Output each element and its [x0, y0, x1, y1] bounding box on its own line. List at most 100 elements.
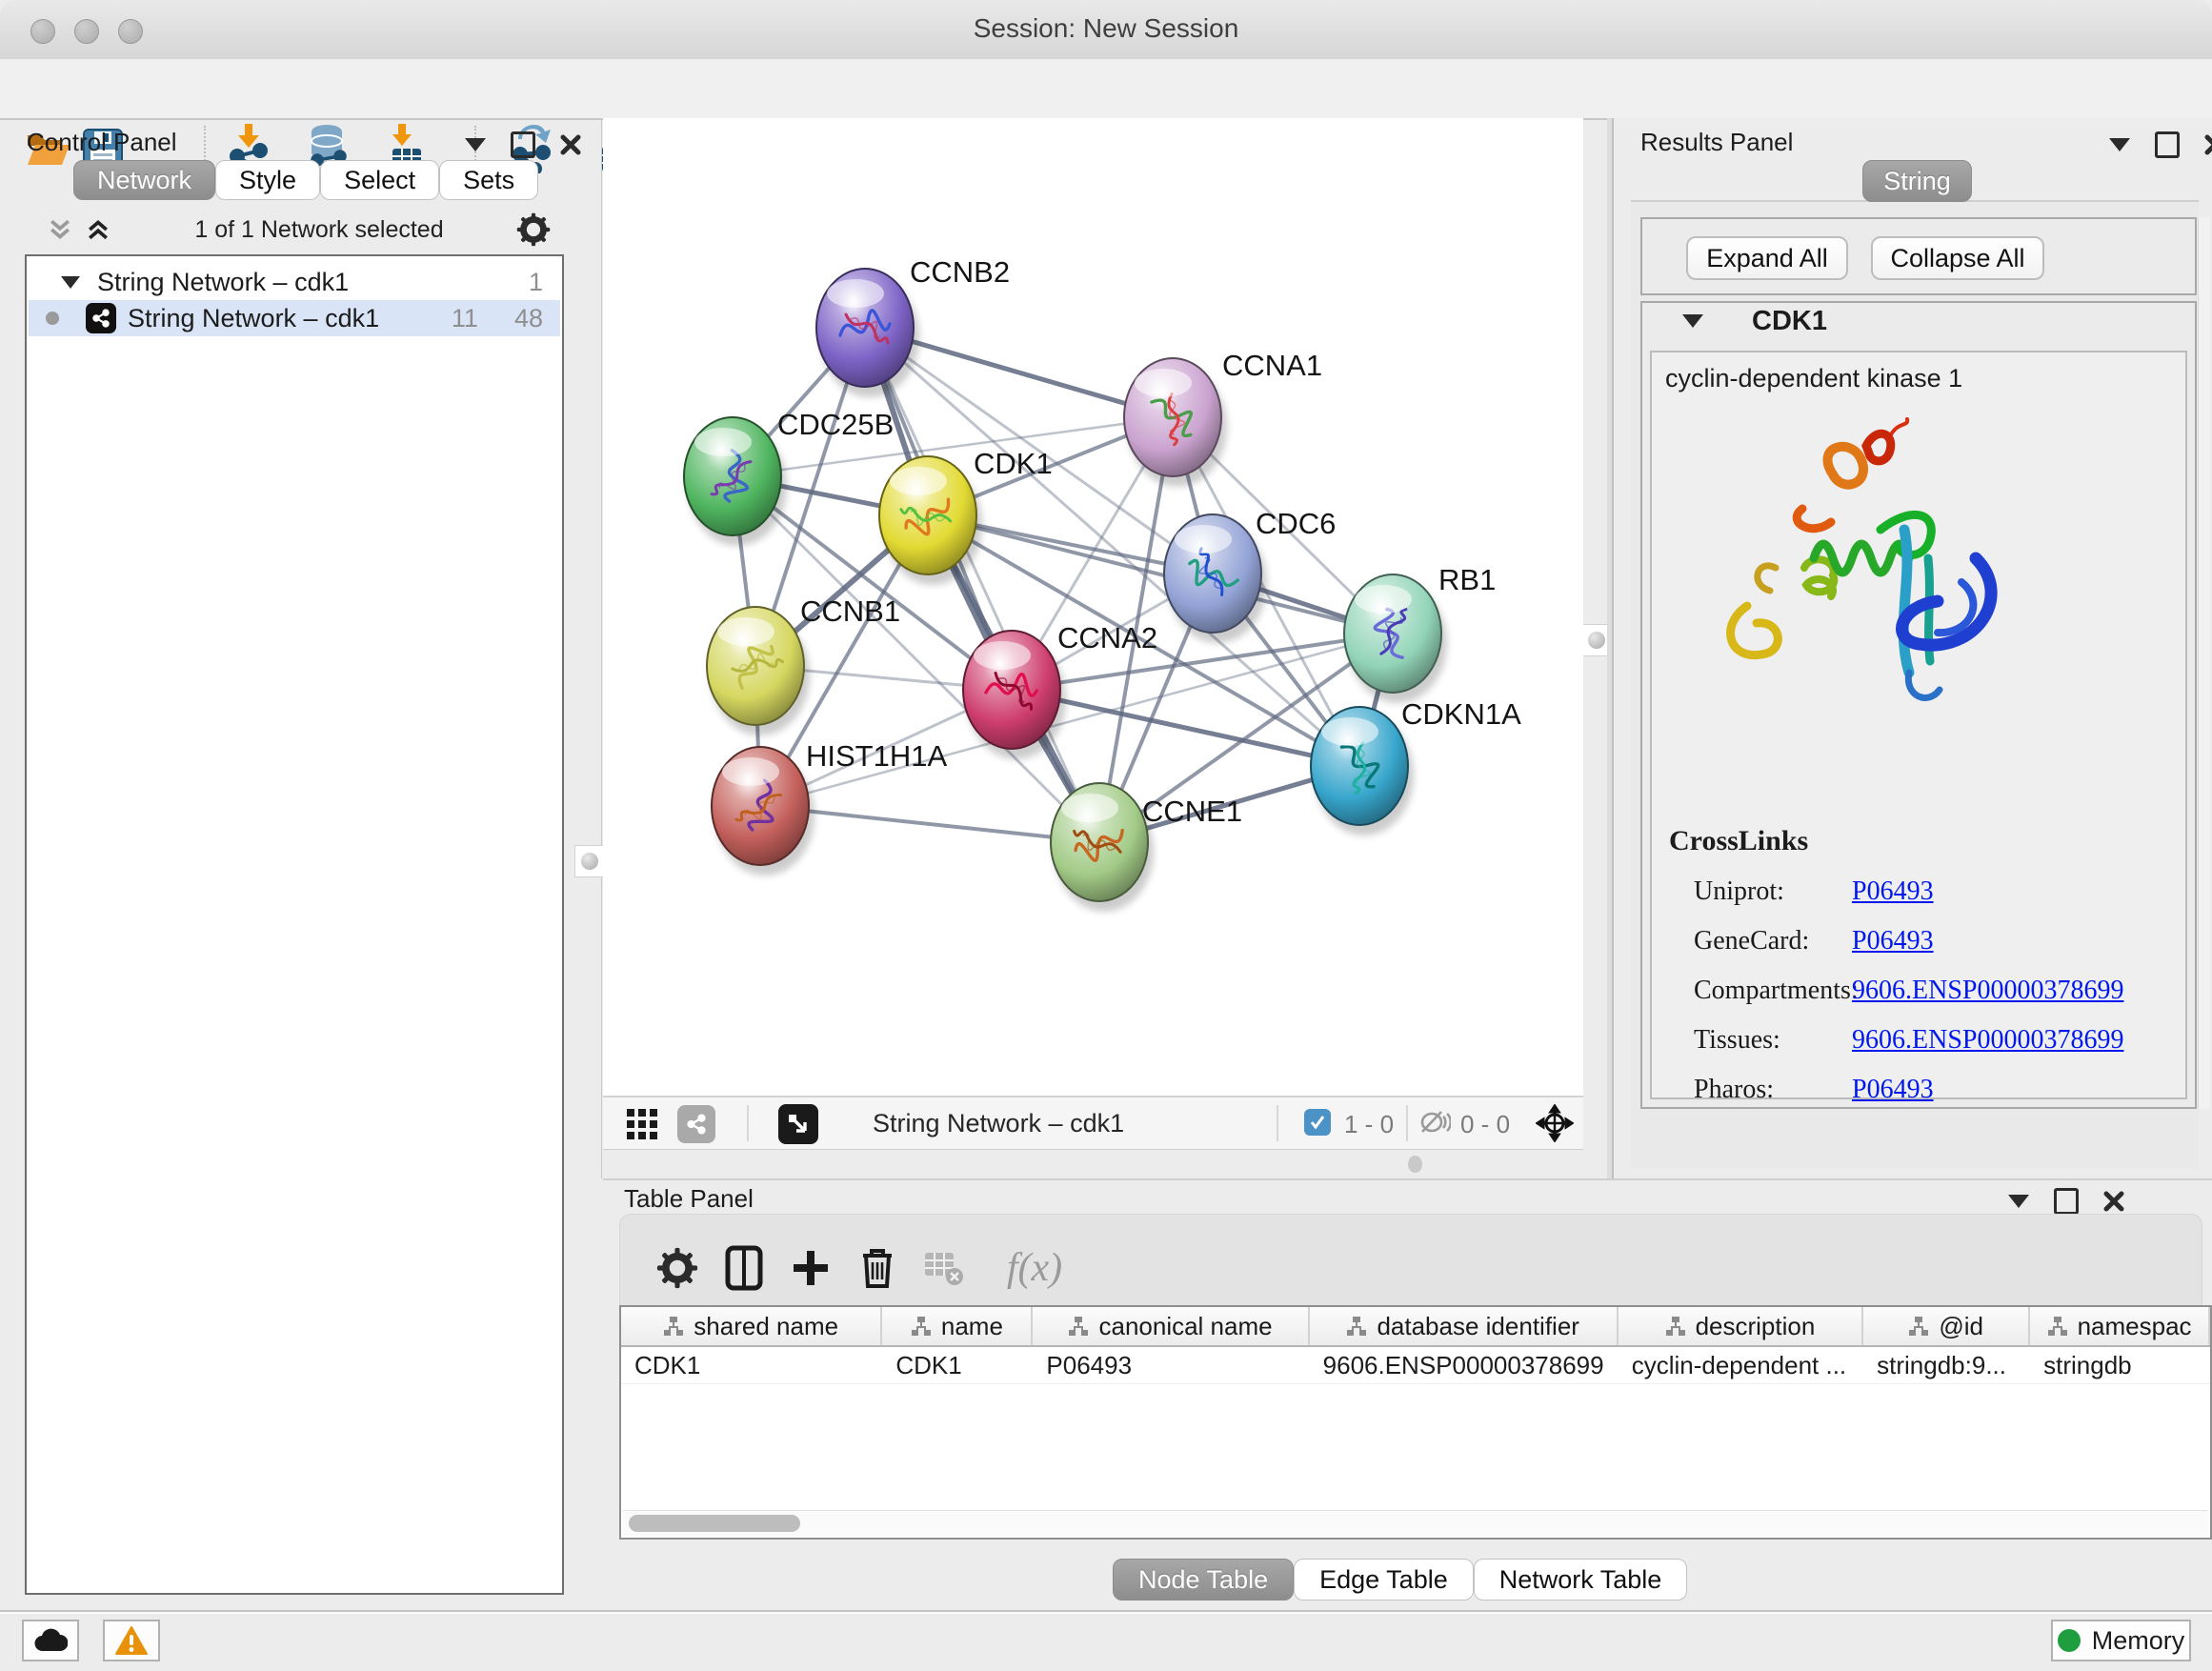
- control-panel-tabs: Network Style Select Sets: [73, 160, 538, 200]
- panel-menu-icon[interactable]: [465, 138, 486, 151]
- tab-node-table[interactable]: Node Table: [1113, 1559, 1294, 1601]
- node-CDKN1A[interactable]: CDKN1A: [1311, 697, 1521, 836]
- crosslink-link[interactable]: 9606.ENSP00000378699: [1852, 976, 2123, 1006]
- network-label: String Network – cdk1: [128, 304, 379, 333]
- crosslink-label: Pharos:: [1694, 1075, 1852, 1105]
- show-columns-button[interactable]: [719, 1243, 769, 1293]
- close-panel-icon[interactable]: [2204, 134, 2212, 155]
- node-label: CCNE1: [1142, 795, 1242, 828]
- pan-crosshair-icon[interactable]: [1536, 1104, 1574, 1142]
- tab-select[interactable]: Select: [320, 160, 439, 200]
- column-label: @id: [1939, 1312, 1983, 1341]
- tab-edge-table[interactable]: Edge Table: [1294, 1559, 1474, 1601]
- crosslink-link[interactable]: 9606.ENSP00000378699: [1852, 1025, 2123, 1056]
- node-table: shared namenamecanonical namedatabase id…: [619, 1305, 2212, 1540]
- column-type-icon: [2047, 1316, 2068, 1337]
- tab-string[interactable]: String: [1862, 160, 1972, 202]
- column-header-name[interactable]: name: [882, 1307, 1033, 1345]
- expand-all-icon[interactable]: [84, 215, 112, 244]
- left-splitter[interactable]: [601, 118, 602, 1178]
- collection-count: 1: [529, 268, 543, 297]
- node-CDC25B[interactable]: CDC25B: [684, 408, 894, 546]
- results-panel-controls: [2109, 131, 2212, 158]
- splitter-dot[interactable]: [1408, 1156, 1422, 1173]
- right-splitter-handle[interactable]: [1581, 624, 1612, 656]
- crosslink-row: Uniprot:P06493: [1694, 876, 2170, 907]
- collapse-all-button[interactable]: Collapse All: [1871, 236, 2044, 280]
- tab-network[interactable]: Network: [73, 160, 215, 200]
- panel-menu-icon[interactable]: [2109, 138, 2130, 151]
- table-body: CDK1CDK1P064939606.ENSP00000378699cyclin…: [621, 1347, 2210, 1384]
- column-header-namespac[interactable]: namespac: [2030, 1307, 2210, 1345]
- node-HIST1H1A[interactable]: HIST1H1A: [712, 739, 947, 876]
- crosslink-row: Compartments:9606.ENSP00000378699: [1694, 976, 2170, 1006]
- table-cell: P06493: [1033, 1347, 1309, 1383]
- panel-menu-icon[interactable]: [2008, 1195, 2029, 1208]
- section-expander-icon[interactable]: [1682, 314, 1703, 328]
- node-label: HIST1H1A: [806, 739, 947, 773]
- expand-all-button[interactable]: Expand All: [1686, 236, 1848, 280]
- cloud-status-button[interactable]: [22, 1620, 79, 1661]
- node-RB1[interactable]: RB1: [1344, 563, 1496, 703]
- node-CCNB1[interactable]: CCNB1: [707, 594, 900, 735]
- table-horizontal-scrollbar[interactable]: [623, 1510, 2208, 1536]
- tab-style[interactable]: Style: [215, 160, 320, 200]
- column-header-canonical-name[interactable]: canonical name: [1033, 1307, 1309, 1345]
- function-builder-button[interactable]: f(x): [992, 1243, 1077, 1293]
- node-CCNA2[interactable]: CCNA2: [963, 621, 1157, 759]
- crosslinks-title: CrossLinks: [1669, 825, 1808, 857]
- selected-counts: 1 - 0: [1344, 1110, 1394, 1139]
- node-CDC6[interactable]: CDC6: [1164, 507, 1336, 643]
- float-panel-icon[interactable]: [511, 131, 535, 158]
- node-CCNB2[interactable]: CCNB2: [816, 255, 1010, 397]
- node-label: CDKN1A: [1401, 697, 1521, 731]
- control-panel-title: Control Panel: [27, 128, 177, 157]
- network-icon: [86, 303, 116, 333]
- crosslink-link[interactable]: P06493: [1852, 926, 1934, 956]
- column-header-description[interactable]: description: [1619, 1307, 1863, 1345]
- delete-table-button[interactable]: [919, 1243, 969, 1293]
- table-cell: stringdb: [2030, 1347, 2210, 1383]
- crosslink-label: Tissues:: [1694, 1025, 1852, 1056]
- results-scrollbar[interactable]: [2198, 217, 2210, 1109]
- table-row[interactable]: CDK1CDK1P064939606.ENSP00000378699cyclin…: [621, 1347, 2210, 1384]
- selected-checkbox[interactable]: [1304, 1109, 1331, 1136]
- close-panel-icon[interactable]: [560, 134, 581, 155]
- node-CDK1[interactable]: CDK1: [879, 447, 1053, 585]
- edge[interactable]: [760, 634, 1393, 806]
- left-splitter-handle[interactable]: [574, 845, 605, 877]
- column-header-shared-name[interactable]: shared name: [621, 1307, 882, 1345]
- titlebar: Session: New Session: [0, 0, 2212, 61]
- delete-column-button[interactable]: [853, 1243, 902, 1293]
- crosslink-link[interactable]: P06493: [1852, 876, 1934, 907]
- memory-button[interactable]: Memory: [2051, 1620, 2191, 1661]
- collection-expander-icon[interactable]: [61, 276, 80, 289]
- crosslink-label: Compartments:: [1694, 976, 1852, 1006]
- birds-eye-view-button[interactable]: [778, 1104, 818, 1144]
- network-canvas[interactable]: CCNB2CCNA1CDC25BCDK1CDC6RB1CCNB1CCNA2CDK…: [603, 118, 1583, 1096]
- create-column-button[interactable]: [786, 1243, 835, 1293]
- crosslinks-list: Uniprot:P06493GeneCard:P06493Compartment…: [1694, 867, 2170, 1124]
- float-panel-icon[interactable]: [2054, 1188, 2079, 1215]
- grid-view-icon[interactable]: [626, 1108, 658, 1140]
- table-settings-button[interactable]: [653, 1243, 702, 1293]
- application-window: Session: New Session: [0, 0, 2212, 1671]
- node-label: CDK1: [974, 447, 1053, 480]
- network-row[interactable]: String Network – cdk1 11 48: [29, 300, 560, 336]
- network-graph[interactable]: CCNB2CCNA1CDC25BCDK1CDC6RB1CCNB1CCNA2CDK…: [603, 118, 1583, 1096]
- warnings-button[interactable]: [103, 1620, 160, 1661]
- network-collection-row[interactable]: String Network – cdk1 1: [29, 264, 560, 300]
- network-view-icon[interactable]: [677, 1105, 715, 1143]
- column-type-icon: [1665, 1316, 1686, 1337]
- tab-sets[interactable]: Sets: [439, 160, 538, 200]
- collapse-all-icon[interactable]: [46, 215, 74, 244]
- gear-icon[interactable]: [516, 212, 551, 247]
- float-panel-icon[interactable]: [2155, 131, 2180, 158]
- tab-network-table[interactable]: Network Table: [1474, 1559, 1688, 1601]
- scrollbar-thumb[interactable]: [629, 1515, 800, 1532]
- close-panel-icon[interactable]: [2103, 1191, 2124, 1212]
- node-CCNE1[interactable]: CCNE1: [1051, 783, 1242, 912]
- crosslink-link[interactable]: P06493: [1852, 1075, 1934, 1105]
- column-header-database-identifier[interactable]: database identifier: [1310, 1307, 1619, 1345]
- column-header--id[interactable]: @id: [1863, 1307, 2030, 1345]
